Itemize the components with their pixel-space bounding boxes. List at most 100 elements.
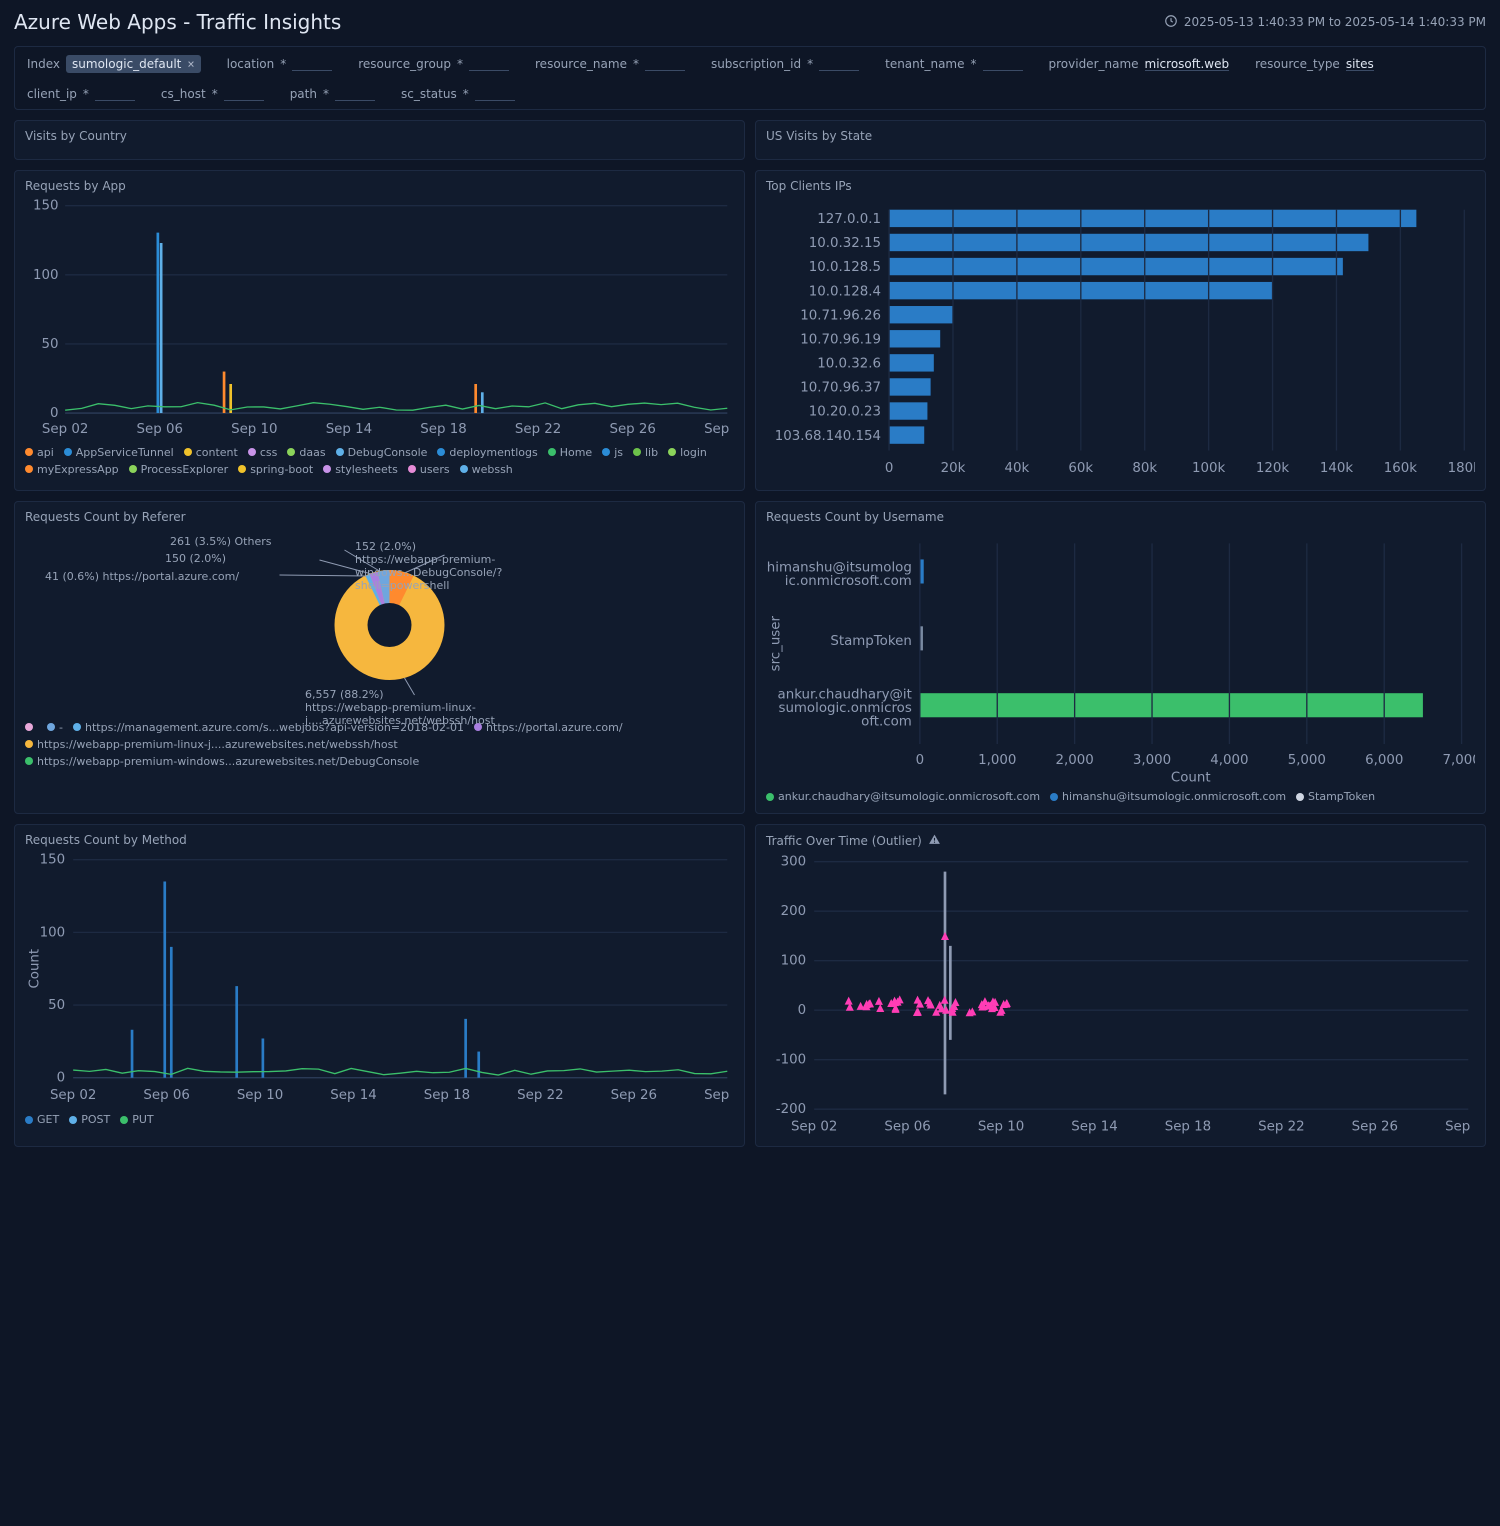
legend-item[interactable]: DebugConsole [336, 446, 428, 459]
svg-text:10.20.0.23: 10.20.0.23 [809, 405, 881, 420]
svg-text:160k: 160k [1384, 461, 1417, 476]
svg-text:10.0.32.6: 10.0.32.6 [817, 357, 881, 372]
legend-item[interactable]: https://webapp-premium-windows...azurewe… [25, 755, 419, 768]
svg-text:5,000: 5,000 [1288, 753, 1326, 768]
legend-item[interactable]: PUT [120, 1113, 153, 1126]
svg-text:Sep 10: Sep 10 [237, 1088, 283, 1103]
filter-input[interactable] [224, 87, 264, 101]
filter-input[interactable] [475, 87, 515, 101]
chart-requests-by-username[interactable]: himanshu@itsumologic.onmicrosoft.comStam… [766, 530, 1475, 784]
filter-cs_host[interactable]: cs_host* [161, 87, 264, 101]
filter-value[interactable]: microsoft.web [1145, 57, 1230, 71]
filter-input[interactable] [819, 57, 859, 71]
page-title: Azure Web Apps - Traffic Insights [14, 10, 341, 34]
legend-item[interactable]: StampToken [1296, 790, 1375, 803]
panel-requests-by-method: Requests Count by Method 050100150Sep 02… [14, 824, 745, 1147]
legend-item[interactable]: Home [548, 446, 592, 459]
svg-text:Sep 30: Sep 30 [704, 422, 734, 437]
filter-input[interactable] [335, 87, 375, 101]
filter-input[interactable] [983, 57, 1023, 71]
svg-text:Sep 10: Sep 10 [231, 422, 277, 437]
clock-icon [1164, 14, 1178, 31]
legend-item[interactable]: content [184, 446, 238, 459]
legend-item[interactable]: login [668, 446, 707, 459]
filter-client_ip[interactable]: client_ip* [27, 87, 135, 101]
filter-resource_type[interactable]: resource_typesites [1255, 55, 1374, 73]
chart-top-client-ips[interactable]: 127.0.0.110.0.32.1510.0.128.510.0.128.41… [766, 199, 1475, 480]
svg-text:Sep 06: Sep 06 [884, 1120, 930, 1135]
filter-subscription_id[interactable]: subscription_id* [711, 55, 859, 73]
legend-item[interactable]: himanshu@itsumologic.onmicrosoft.com [1050, 790, 1286, 803]
legend-item[interactable]: https://webapp-premium-linux-j....azurew… [25, 738, 398, 751]
svg-text:Sep 22: Sep 22 [1258, 1120, 1304, 1135]
legend-item[interactable]: - [47, 721, 63, 734]
legend-item[interactable]: deploymentlogs [437, 446, 537, 459]
svg-text:100: 100 [33, 268, 59, 283]
legend-item[interactable]: GET [25, 1113, 59, 1126]
filter-tenant_name[interactable]: tenant_name * [885, 55, 1022, 73]
legend-item[interactable]: AppServiceTunnel [64, 446, 174, 459]
panel-traffic-over-time: Traffic Over Time (Outlier) -200-1000100… [755, 824, 1486, 1147]
legend-item[interactable]: webssh [460, 463, 513, 476]
filter-resource_group[interactable]: resource_group* [358, 55, 509, 73]
legend-item[interactable]: myExpressApp [25, 463, 119, 476]
filter-path[interactable]: path* [290, 87, 375, 101]
legend-item[interactable]: ProcessExplorer [129, 463, 229, 476]
svg-text:50: 50 [48, 998, 65, 1013]
filter-index[interactable]: Indexsumologic_default× [27, 55, 201, 73]
filter-value[interactable]: sites [1346, 57, 1374, 71]
svg-text:Sep 26: Sep 26 [609, 422, 655, 437]
chart-legend: ankur.chaudhary@itsumologic.onmicrosoft.… [766, 790, 1475, 803]
svg-text:3,000: 3,000 [1133, 753, 1171, 768]
filter-value: * [323, 87, 329, 101]
chart-requests-by-app[interactable]: 050100150Sep 02Sep 06Sep 10Sep 14Sep 18S… [25, 199, 734, 440]
legend-item[interactable]: users [408, 463, 450, 476]
filter-resource_name[interactable]: resource_name* [535, 55, 685, 73]
filter-label: location [227, 57, 275, 71]
legend-item[interactable]: POST [69, 1113, 110, 1126]
filter-provider_name[interactable]: provider_namemicrosoft.web [1049, 55, 1230, 73]
svg-text:10.71.96.26: 10.71.96.26 [800, 308, 881, 323]
filter-label: tenant_name [885, 57, 964, 71]
svg-text:103.68.140.154: 103.68.140.154 [775, 429, 881, 444]
filter-input[interactable] [469, 57, 509, 71]
chart-requests-by-referer[interactable]: 261 (3.5%) Others 150 (2.0%) 41 (0.6%) h… [25, 530, 734, 715]
svg-text:100: 100 [781, 954, 807, 969]
legend-item[interactable]: stylesheets [323, 463, 398, 476]
svg-text:50: 50 [41, 337, 58, 352]
filter-label: resource_group [358, 57, 451, 71]
filter-value: * [971, 57, 977, 71]
svg-text:-200: -200 [776, 1102, 806, 1117]
filter-chip[interactable]: sumologic_default× [66, 55, 201, 73]
legend-item[interactable]: ankur.chaudhary@itsumologic.onmicrosoft.… [766, 790, 1040, 803]
svg-text:100: 100 [40, 925, 66, 940]
pie-callout: 152 (2.0%) https://webapp-premium-window… [355, 540, 535, 593]
chip-remove-icon[interactable]: × [187, 57, 194, 71]
legend-item[interactable]: lib [633, 446, 658, 459]
filter-value: * [83, 87, 89, 101]
filter-sc_status[interactable]: sc_status* [401, 87, 515, 101]
svg-text:Sep 18: Sep 18 [1165, 1120, 1211, 1135]
svg-text:Sep 02: Sep 02 [50, 1088, 96, 1103]
filter-input[interactable] [645, 57, 685, 71]
svg-text:Sep 18: Sep 18 [424, 1088, 470, 1103]
svg-text:Sep 14: Sep 14 [330, 1088, 376, 1103]
legend-item[interactable]: daas [287, 446, 325, 459]
svg-text:4,000: 4,000 [1210, 753, 1248, 768]
filter-input[interactable] [95, 87, 135, 101]
filter-location[interactable]: location* [227, 55, 333, 73]
filter-input[interactable] [292, 57, 332, 71]
legend-item[interactable] [25, 721, 37, 734]
legend-item[interactable]: spring-boot [238, 463, 313, 476]
svg-text:Count: Count [1171, 770, 1211, 784]
time-range[interactable]: 2025-05-13 1:40:33 PM to 2025-05-14 1:40… [1164, 14, 1486, 31]
svg-text:2,000: 2,000 [1056, 753, 1094, 768]
chart-traffic-over-time[interactable]: -200-1000100200300Sep 02Sep 06Sep 10Sep … [766, 855, 1475, 1136]
legend-item[interactable]: api [25, 446, 54, 459]
chart-requests-by-method[interactable]: 050100150Sep 02Sep 06Sep 10Sep 14Sep 18S… [25, 853, 734, 1107]
filter-value: * [463, 87, 469, 101]
svg-text:10.0.128.5: 10.0.128.5 [809, 260, 881, 275]
svg-text:127.0.0.1: 127.0.0.1 [817, 212, 881, 227]
legend-item[interactable]: js [602, 446, 623, 459]
legend-item[interactable]: css [248, 446, 278, 459]
